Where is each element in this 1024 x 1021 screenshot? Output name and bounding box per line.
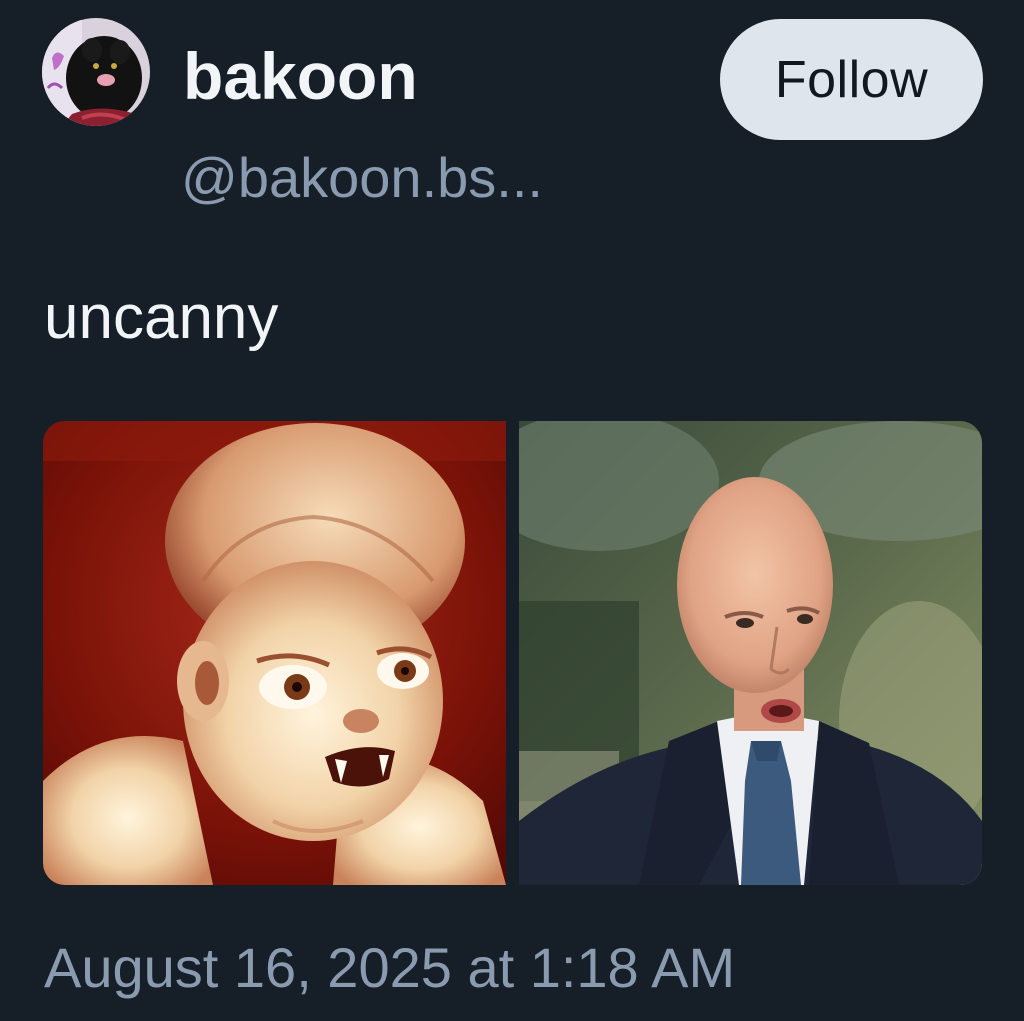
media-image-creature[interactable] (43, 421, 506, 885)
author-avatar[interactable] (42, 18, 150, 126)
post-timestamp[interactable]: August 16, 2025 at 1:18 AM (44, 932, 735, 1004)
author-handle[interactable]: @bakoon.bs... (181, 142, 543, 214)
post-view: bakoon @bakoon.bs... Follow uncanny Augu… (0, 0, 1024, 1021)
media-grid (43, 421, 982, 885)
author-display-name[interactable]: bakoon (183, 36, 418, 116)
follow-button[interactable]: Follow (720, 19, 983, 140)
media-image-man[interactable] (519, 421, 982, 885)
post-text: uncanny (44, 283, 279, 352)
man-image (519, 421, 982, 885)
creature-image (43, 421, 506, 885)
avatar-image (42, 18, 150, 126)
